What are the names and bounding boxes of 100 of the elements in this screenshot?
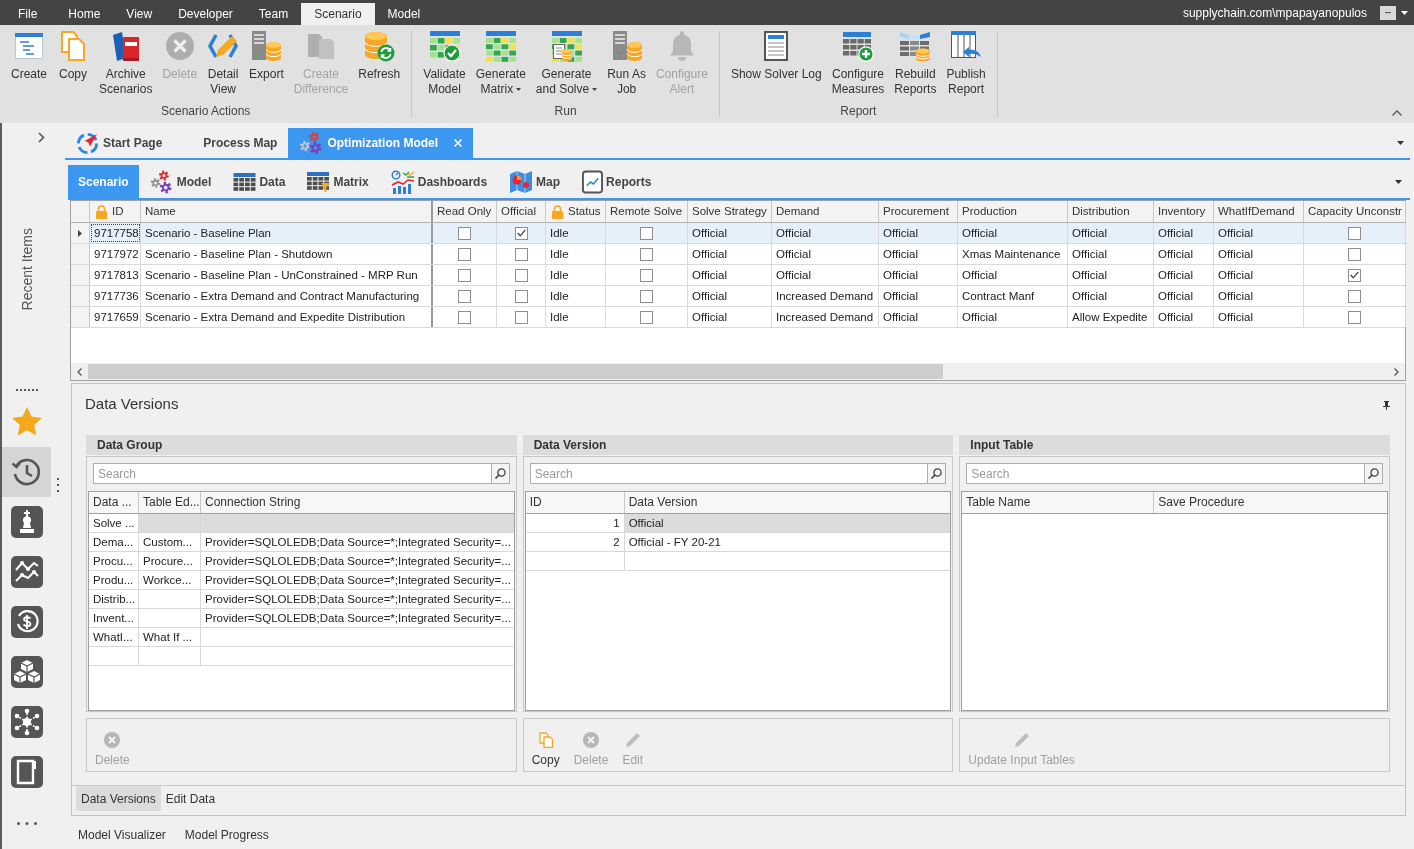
- checkbox[interactable]: [640, 268, 653, 282]
- panel-tab[interactable]: Edit Data: [160, 786, 221, 811]
- menu-tab[interactable]: File: [5, 3, 51, 25]
- table-row[interactable]: Dema... Custom... Provider=SQLOLEDB;Data Source=*;Integrated Security=...: [89, 533, 514, 552]
- column-header[interactable]: Save Procedure: [1154, 492, 1387, 513]
- checkbox[interactable]: [1348, 310, 1361, 324]
- table-row[interactable]: 9717659 Scenario - Extra Demand and Expedite Distribution Idle Official Increased Demand Official Official Allow Expedite Official Official: [71, 307, 1405, 328]
- menu-tab[interactable]: Team: [245, 3, 302, 25]
- search-field[interactable]: Search: [529, 463, 929, 484]
- chevron-up-icon[interactable]: [1392, 110, 1402, 116]
- menu-tab[interactable]: Developer: [165, 3, 246, 25]
- table-row[interactable]: 9717758 Scenario - Baseline Plan Idle Official Official Official Official Official Official Official: [71, 223, 1405, 244]
- column-header[interactable]: Inventory: [1154, 201, 1214, 222]
- table-row[interactable]: Procu... Procure... Provider=SQLOLEDB;Data Source=*;Integrated Security=...: [89, 552, 514, 571]
- table-row[interactable]: Distrib... Provider=SQLOLEDB;Data Source=*;Integrated Security=...: [89, 590, 514, 609]
- module-tab[interactable]: Model: [138, 165, 223, 198]
- ribbon-button[interactable]: Show Solver Log: [725, 29, 827, 103]
- ribbon-button[interactable]: Configure Measures: [826, 29, 890, 103]
- chevron-right-icon[interactable]: [38, 132, 45, 143]
- table-row[interactable]: WhatI... What If ...: [89, 628, 514, 647]
- checkbox[interactable]: [458, 310, 471, 324]
- search-button[interactable]: [928, 463, 947, 484]
- column-header[interactable]: ID: [90, 201, 141, 222]
- recent-items-tab[interactable]: Recent Items: [18, 228, 35, 311]
- table-row[interactable]: 2 Official - FY 20-21: [525, 533, 951, 552]
- module-tab[interactable]: Matrix: [296, 165, 380, 198]
- checkbox[interactable]: [514, 247, 528, 261]
- chevron-left-icon[interactable]: [77, 367, 82, 376]
- search-field[interactable]: Search: [93, 463, 492, 484]
- checkbox[interactable]: [514, 226, 528, 240]
- ribbon-button[interactable]: Validate Model: [418, 29, 471, 103]
- chevron-right-icon[interactable]: [1394, 367, 1399, 376]
- column-header[interactable]: Demand: [772, 201, 879, 222]
- user-menu-button[interactable]: --: [1380, 5, 1396, 20]
- checkbox[interactable]: [514, 268, 528, 282]
- module-tab[interactable]: Data: [222, 165, 297, 198]
- checkbox[interactable]: [514, 289, 528, 303]
- module-tab[interactable]: Map: [498, 165, 572, 198]
- column-header[interactable]: Distribution: [1068, 201, 1154, 222]
- ribbon-button[interactable]: Rebuild Reports: [889, 29, 942, 103]
- column-header[interactable]: Read Only: [433, 201, 497, 222]
- column-header[interactable]: ID: [525, 492, 625, 513]
- module-tab[interactable]: Reports: [571, 165, 663, 198]
- column-header[interactable]: Status: [546, 201, 606, 222]
- table-row[interactable]: 9717736 Scenario - Extra Demand and Contract Manufacturing Idle Official Increased Demand Official Contract Manf Official Official Official: [71, 286, 1405, 307]
- menu-tab[interactable]: Home: [55, 3, 114, 25]
- table-row[interactable]: Produ... Workce... Provider=SQLOLEDB;Data Source=*;Integrated Security=...: [89, 571, 514, 590]
- menu-tab[interactable]: Scenario: [301, 3, 375, 25]
- ribbon-button[interactable]: Generate Matrix: [470, 29, 531, 103]
- ribbon-button[interactable]: Export: [244, 29, 289, 103]
- ribbon-button[interactable]: Publish Report: [941, 29, 991, 103]
- ribbon-button[interactable]: Copy: [52, 29, 95, 103]
- checkbox[interactable]: [458, 268, 471, 282]
- bottom-tab[interactable]: Model Progress: [184, 827, 269, 843]
- checkbox[interactable]: [458, 226, 471, 240]
- checkbox[interactable]: [458, 289, 471, 303]
- checkbox[interactable]: [1348, 289, 1361, 303]
- scrollbar-thumb[interactable]: [88, 364, 943, 379]
- column-header[interactable]: Table Ed...: [139, 492, 201, 513]
- document-tab[interactable]: Process Map: [192, 128, 289, 158]
- bottom-tab[interactable]: Model Visualizer: [78, 827, 166, 843]
- checkbox[interactable]: [514, 310, 528, 324]
- table-row[interactable]: 9717972 Scenario - Baseline Plan - Shutdown Idle Official Official Official Xmas Maintenance Official Official Official: [71, 244, 1405, 265]
- column-header[interactable]: Remote Solve: [606, 201, 688, 222]
- menu-tab[interactable]: Model: [374, 3, 434, 25]
- checkbox[interactable]: [1348, 247, 1361, 261]
- column-header[interactable]: Solve Strategy: [688, 201, 772, 222]
- checkbox[interactable]: [458, 247, 471, 261]
- checkbox[interactable]: [640, 247, 653, 261]
- ribbon-button[interactable]: Create: [6, 29, 53, 103]
- ribbon-button[interactable]: Run As Job: [602, 29, 651, 103]
- column-header[interactable]: Official: [497, 201, 546, 222]
- scrollbar[interactable]: [71, 363, 1405, 380]
- column-header[interactable]: Capacity Unconstr: [1304, 201, 1406, 222]
- table-row[interactable]: 9717813 Scenario - Baseline Plan - UnConstrained - MRP Run Idle Official Official Official Official Official Official Official: [71, 265, 1405, 286]
- ribbon-button[interactable]: Detail View: [202, 29, 245, 103]
- checkbox[interactable]: [1348, 268, 1361, 282]
- search-field[interactable]: Search: [966, 463, 1365, 484]
- menu-tab[interactable]: View: [113, 3, 166, 25]
- column-header[interactable]: Production: [958, 201, 1068, 222]
- ribbon-button[interactable]: Archive Scenarios: [94, 29, 158, 103]
- column-header[interactable]: WhatIfDemand: [1214, 201, 1304, 222]
- checkbox[interactable]: [640, 226, 653, 240]
- sidebar-item[interactable]: [2, 447, 51, 497]
- checkbox[interactable]: [1348, 226, 1361, 240]
- column-header[interactable]: Data Version: [624, 492, 951, 513]
- ribbon-button[interactable]: Refresh: [353, 29, 406, 103]
- ellipsis-icon[interactable]: [16, 821, 37, 825]
- close-icon[interactable]: [454, 139, 463, 147]
- checkbox[interactable]: [640, 310, 653, 324]
- search-button[interactable]: [1365, 463, 1383, 484]
- pin-icon[interactable]: [1383, 401, 1390, 410]
- ribbon-button[interactable]: Generate and Solve: [530, 29, 603, 103]
- module-tab[interactable]: Dashboards: [379, 165, 499, 198]
- document-tab[interactable]: Start Page: [65, 128, 174, 158]
- column-header[interactable]: Data ...: [89, 492, 139, 513]
- table-row[interactable]: Invent... Provider=SQLOLEDB;Data Source=*;Integrated Security=...: [89, 609, 514, 628]
- action-button[interactable]: Copy: [524, 732, 567, 767]
- panel-tab[interactable]: Data Versions: [76, 786, 161, 811]
- checkbox[interactable]: [640, 289, 653, 303]
